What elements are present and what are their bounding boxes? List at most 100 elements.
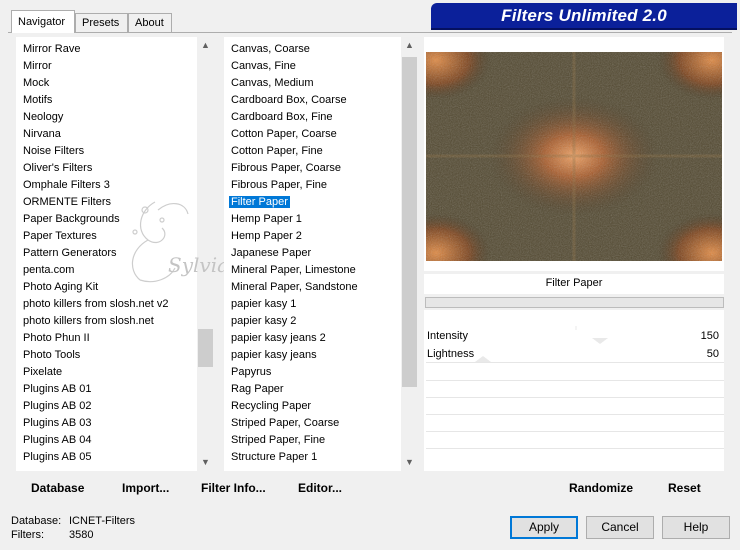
filter-list-item[interactable]: Rag Paper — [224, 381, 418, 398]
filter-list-item[interactable]: Recycling Paper — [224, 398, 418, 415]
filter-list-item-label: Papyrus — [231, 366, 272, 378]
reset-button[interactable]: Reset — [668, 481, 701, 495]
tab-navigator[interactable]: Navigator — [11, 10, 75, 33]
category-list-item-label: Motifs — [23, 94, 53, 106]
category-scroll-thumb[interactable] — [198, 329, 213, 367]
import-button[interactable]: Import... — [122, 481, 169, 495]
category-list-item[interactable]: Nirvana — [16, 126, 214, 143]
filter-list-item-label: papier kasy jeans 2 — [231, 332, 326, 344]
filter-list-item[interactable]: Papyrus — [224, 364, 418, 381]
filter-list-item-label: Cardboard Box, Coarse — [231, 94, 347, 106]
category-list-item[interactable]: photo killers from slosh.net v2 — [16, 296, 214, 313]
category-list-item[interactable]: Plugins AB 03 — [16, 415, 214, 432]
status-filters-label: Filters: — [11, 529, 44, 541]
filter-list-item-label: Structure Paper 1 — [231, 451, 318, 463]
category-list-item-label: Photo Tools — [23, 349, 81, 361]
category-list-item-label: Mock — [23, 77, 50, 89]
category-list-item[interactable]: Paper Backgrounds — [16, 211, 214, 228]
category-list-item[interactable]: Pixelate — [16, 364, 214, 381]
progress-bar — [425, 297, 724, 308]
filter-list-item[interactable]: papier kasy 1 — [224, 296, 418, 313]
filter-list-item-label: Hemp Paper 1 — [231, 213, 302, 225]
category-list-item[interactable]: Oliver's Filters — [16, 160, 214, 177]
filter-list[interactable]: Canvas, Coarse Canvas, Fine Canvas, Medium… — [224, 37, 418, 471]
category-list-item-label: Nirvana — [23, 128, 61, 140]
apply-button[interactable]: Apply — [510, 516, 578, 539]
category-list-item[interactable]: Photo Tools — [16, 347, 214, 364]
category-list-item[interactable]: Neology — [16, 109, 214, 126]
filter-list-item[interactable]: Cotton Paper, Fine — [224, 143, 418, 160]
filter-list-item[interactable]: Hemp Paper 1 — [224, 211, 418, 228]
category-list-item[interactable]: photo killers from slosh.net — [16, 313, 214, 330]
category-list[interactable]: Mirror Rave Mirror Mock Motifs Neology Nirvan… — [16, 37, 214, 471]
category-list-item-label: photo killers from slosh.net — [23, 315, 154, 327]
app-title-banner: Filters Unlimited 2.0 — [431, 3, 737, 28]
intensity-thumb-icon — [592, 338, 608, 344]
filter-list-items: Canvas, Coarse Canvas, Fine Canvas, Medium… — [224, 41, 418, 466]
category-scrollbar[interactable]: ▲ ▼ — [197, 37, 214, 471]
filter-list-item[interactable]: Striped Paper, Coarse — [224, 415, 418, 432]
category-list-item-label: Plugins AB 02 — [23, 400, 92, 412]
category-list-item[interactable]: Omphale Filters 3 — [16, 177, 214, 194]
filter-list-item[interactable]: Structure Paper 1 — [224, 449, 418, 466]
filter-list-item[interactable]: Mineral Paper, Sandstone — [224, 279, 418, 296]
category-list-item-label: Neology — [23, 111, 64, 123]
editor-button[interactable]: Editor... — [298, 481, 342, 495]
category-list-item[interactable]: Plugins AB 01 — [16, 381, 214, 398]
filter-list-item-label: Mineral Paper, Sandstone — [231, 281, 358, 293]
filter-list-item[interactable]: Canvas, Coarse — [224, 41, 418, 58]
filter-list-item-label: Canvas, Medium — [231, 77, 314, 89]
status-filters-count: 3580 — [69, 529, 94, 541]
filter-info-button[interactable]: Filter Info... — [201, 481, 266, 495]
category-list-item[interactable]: ORMENTE Filters — [16, 194, 214, 211]
filter-list-item[interactable]: Japanese Paper — [224, 245, 418, 262]
category-list-item[interactable]: Pattern Generators — [16, 245, 214, 262]
category-list-item[interactable]: Motifs — [16, 92, 214, 109]
category-list-item[interactable]: Plugins AB 02 — [16, 398, 214, 415]
filter-list-item[interactable]: Cardboard Box, Fine — [224, 109, 418, 126]
filter-list-item-label: Hemp Paper 2 — [231, 230, 302, 242]
filter-list-item[interactable]: Cotton Paper, Coarse — [224, 126, 418, 143]
filter-list-item[interactable]: Fibrous Paper, Coarse — [224, 160, 418, 177]
randomize-button[interactable]: Randomize — [569, 481, 633, 495]
scroll-down-arrow-icon[interactable]: ▼ — [197, 454, 214, 471]
category-list-item[interactable]: Mock — [16, 75, 214, 92]
filter-list-item[interactable]: Filter Paper — [224, 194, 418, 211]
tab-about[interactable]: About — [128, 13, 172, 32]
filter-scroll-thumb[interactable] — [402, 57, 417, 387]
filter-list-item[interactable]: Mineral Paper, Limestone — [224, 262, 418, 279]
filter-list-item-label: Striped Paper, Fine — [231, 434, 326, 446]
filter-list-item[interactable]: Canvas, Fine — [224, 58, 418, 75]
filter-list-item-label: Cardboard Box, Fine — [231, 111, 333, 123]
scroll-up-arrow-icon[interactable]: ▲ — [197, 37, 214, 54]
filter-list-item[interactable]: papier kasy 2 — [224, 313, 418, 330]
scroll-up-arrow-icon[interactable]: ▲ — [401, 37, 418, 54]
category-list-item[interactable]: Plugins AB 05 — [16, 449, 214, 466]
scroll-down-arrow-icon[interactable]: ▼ — [401, 454, 418, 471]
tab-presets[interactable]: Presets — [75, 13, 128, 32]
category-list-item[interactable]: Paper Textures — [16, 228, 214, 245]
filter-list-item[interactable]: Canvas, Medium — [224, 75, 418, 92]
filter-list-item[interactable]: papier kasy jeans — [224, 347, 418, 364]
category-list-item[interactable]: Mirror — [16, 58, 214, 75]
cancel-button[interactable]: Cancel — [586, 516, 654, 539]
category-list-item[interactable]: Plugins AB 04 — [16, 432, 214, 449]
category-list-item[interactable]: Noise Filters — [16, 143, 214, 160]
category-list-item[interactable]: Photo Phun II — [16, 330, 214, 347]
filter-list-item[interactable]: Fibrous Paper, Fine — [224, 177, 418, 194]
filter-list-item[interactable]: Cardboard Box, Coarse — [224, 92, 418, 109]
filter-list-item-label: Rag Paper — [231, 383, 284, 395]
category-list-item-label: Plugins AB 01 — [23, 383, 92, 395]
category-list-item-label: Photo Aging Kit — [23, 281, 99, 293]
filter-list-item[interactable]: Hemp Paper 2 — [224, 228, 418, 245]
status-database-label: Database: — [11, 515, 62, 527]
help-button[interactable]: Help — [662, 516, 730, 539]
database-button[interactable]: Database — [31, 481, 84, 495]
category-list-item[interactable]: Photo Aging Kit — [16, 279, 214, 296]
category-list-item[interactable]: penta.com — [16, 262, 214, 279]
filter-scrollbar[interactable]: ▲ ▼ — [401, 37, 418, 471]
filter-list-item[interactable]: Striped Paper, Fine — [224, 432, 418, 449]
filter-list-item[interactable]: papier kasy jeans 2 — [224, 330, 418, 347]
category-list-item[interactable]: Mirror Rave — [16, 41, 214, 58]
category-list-item-label: penta.com — [23, 264, 75, 276]
